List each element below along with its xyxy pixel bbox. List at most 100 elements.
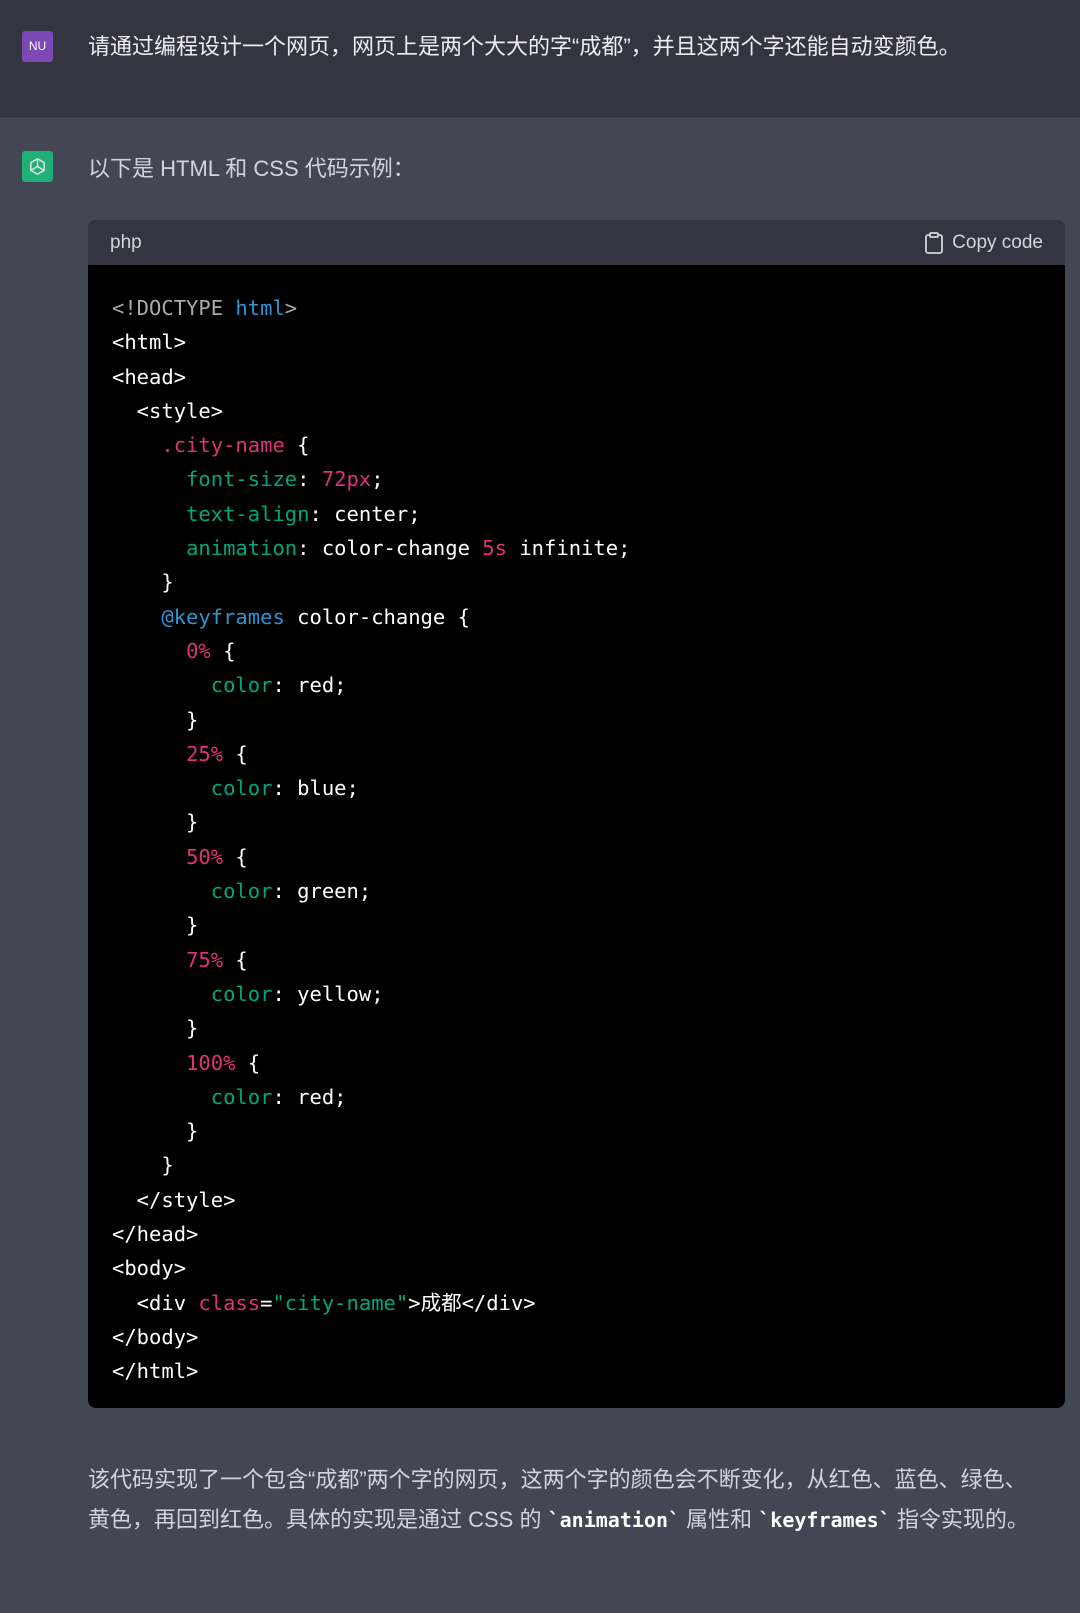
- code-line: }: [112, 565, 1041, 599]
- code-token: : center;: [309, 501, 421, 526]
- code-token: 100%: [186, 1050, 236, 1075]
- code-token: : color-change: [297, 536, 483, 561]
- code-line: </head>: [112, 1217, 1041, 1251]
- copy-code-label: Copy code: [952, 231, 1043, 253]
- code-token: {: [210, 638, 236, 663]
- code-token: ;: [371, 467, 384, 492]
- code-token: color: [210, 879, 273, 904]
- code-token: </style>: [112, 1187, 236, 1212]
- code-line: color: green;: [112, 874, 1041, 908]
- code-token: color: [210, 1084, 273, 1109]
- code-line: }: [112, 1011, 1041, 1045]
- code-token: 25%: [186, 741, 224, 766]
- code-line: </html>: [112, 1354, 1041, 1388]
- code-token: : green;: [272, 879, 372, 904]
- code-token: infinite;: [506, 536, 631, 561]
- code-token: {: [284, 433, 310, 458]
- code-token: animation: [186, 536, 298, 561]
- code-token: :: [297, 467, 322, 492]
- code-token: "city-name": [272, 1290, 409, 1315]
- code-line: animation: color-change 5s infinite;: [112, 531, 1041, 565]
- code-line: color: red;: [112, 668, 1041, 702]
- code-line: <style>: [112, 394, 1041, 428]
- code-line: 25% {: [112, 737, 1041, 771]
- code-line: 0% {: [112, 634, 1041, 668]
- code-token: <style>: [112, 398, 224, 423]
- code-token: color: [210, 981, 273, 1006]
- code-token: <body>: [112, 1256, 187, 1281]
- code-line: color: blue;: [112, 771, 1041, 805]
- code-token: {: [223, 741, 248, 766]
- code-line: color: red;: [112, 1080, 1041, 1114]
- code-token: {: [223, 947, 248, 972]
- code-token: }: [112, 707, 199, 732]
- code-token: class: [198, 1290, 261, 1315]
- code-token: {: [235, 1050, 261, 1075]
- code-token: 5s: [482, 536, 507, 561]
- code-line: .city-name {: [112, 428, 1041, 462]
- inline-code-keyframes: `keyframes`: [758, 1508, 891, 1532]
- code-token: text-align: [186, 501, 310, 526]
- assistant-outro-text: 该代码实现了一个包含“成都”两个字的网页，这两个字的颜色会不断变化，从红色、蓝色…: [88, 1460, 1048, 1540]
- code-line: <body>: [112, 1251, 1041, 1285]
- user-message-text: 请通过编程设计一个网页，网页上是两个大大的字“成都”，并且这两个字还能自动变颜色…: [88, 34, 961, 59]
- code-token: font-size: [186, 467, 298, 492]
- clipboard-icon: [925, 231, 944, 254]
- code-token: }: [112, 570, 174, 595]
- code-line: <html>: [112, 325, 1041, 359]
- code-token: 75%: [186, 947, 224, 972]
- inline-code-animation: `animation`: [547, 1508, 681, 1532]
- code-token: .city-name: [112, 433, 285, 458]
- code-block: php Copy code <!DOCTYPE html> <html> <head…: [88, 220, 1065, 1408]
- code-line: 75% {: [112, 943, 1041, 977]
- code-block-header: php Copy code: [88, 220, 1065, 265]
- code-token: </body>: [112, 1324, 199, 1349]
- code-token: 0%: [186, 638, 211, 663]
- code-line: }: [112, 805, 1041, 839]
- code-token: }: [112, 810, 199, 835]
- code-token: }: [112, 1016, 199, 1041]
- assistant-avatar: [22, 151, 53, 182]
- code-token: </html>: [112, 1359, 199, 1384]
- code-token: color-change {: [284, 604, 470, 629]
- code-token: color: [210, 673, 273, 698]
- copy-code-button[interactable]: Copy code: [924, 220, 1043, 265]
- code-token: =: [260, 1290, 273, 1315]
- code-token: : yellow;: [272, 981, 384, 1006]
- code-token: : red;: [272, 673, 347, 698]
- code-token: <div: [112, 1290, 199, 1315]
- code-line: 50% {: [112, 840, 1041, 874]
- code-token: </head>: [112, 1222, 199, 1247]
- code-line: <div class="city-name">成都</div>: [112, 1286, 1041, 1320]
- code-token: }: [112, 1119, 199, 1144]
- code-line: color: yellow;: [112, 977, 1041, 1011]
- code-token: <html>: [112, 330, 187, 355]
- code-line: </body>: [112, 1320, 1041, 1354]
- code-line: </style>: [112, 1183, 1041, 1217]
- code-token: @keyframes: [161, 604, 285, 629]
- code-line: font-size: 72px;: [112, 462, 1041, 496]
- code-token: >成都</div>: [408, 1290, 536, 1315]
- outro-text-part2: 属性和: [680, 1507, 759, 1532]
- code-token: color: [210, 776, 273, 801]
- user-message-row: NU 请通过编程设计一个网页，网页上是两个大大的字“成都”，并且这两个字还能自动…: [0, 0, 1080, 117]
- code-token: : red;: [272, 1084, 347, 1109]
- outro-text-part3: 指令实现的。: [890, 1507, 1029, 1532]
- code-token: }: [112, 1153, 174, 1178]
- user-avatar: NU: [22, 31, 53, 62]
- code-content: <!DOCTYPE html> <html> <head> <style> .cit…: [88, 265, 1065, 1408]
- code-token: }: [112, 913, 199, 938]
- code-token: <!DOCTYPE: [112, 296, 236, 320]
